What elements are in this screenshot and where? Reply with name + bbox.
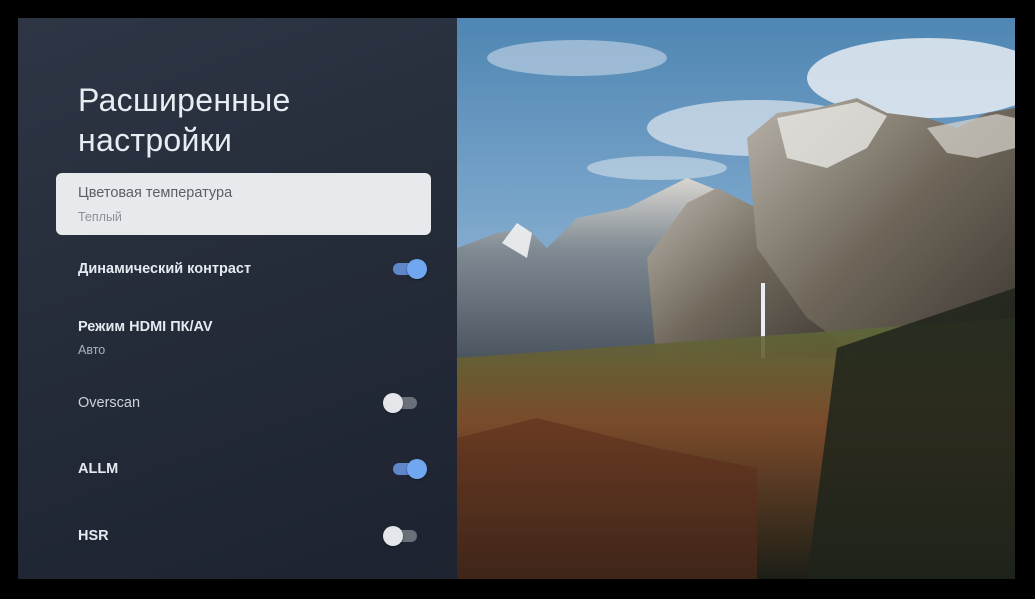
toggle-knob <box>383 526 403 546</box>
page-title: Расширенные настройки <box>78 82 291 158</box>
allm-toggle[interactable] <box>393 459 427 479</box>
menu-item-label: Цветовая температура <box>78 185 233 201</box>
toggle-knob <box>407 259 427 279</box>
menu-item-label: Overscan <box>78 395 141 411</box>
toggle-knob <box>383 393 403 413</box>
menu-item-hsr[interactable]: HSR <box>56 526 431 546</box>
menu-item-color-temperature[interactable]: Цветовая температура Теплый <box>56 173 431 235</box>
menu-item-dynamic-contrast[interactable]: Динамический контраст <box>56 259 431 279</box>
menu-item-label: Динамический контраст <box>78 261 252 277</box>
tv-screen: Расширенные настройки Цветовая температу… <box>18 18 1015 579</box>
settings-panel: Расширенные настройки Цветовая температу… <box>18 18 457 579</box>
dynamic-contrast-toggle[interactable] <box>393 259 427 279</box>
menu-item-value: Теплый <box>78 210 122 224</box>
background-landscape-image <box>457 18 1015 579</box>
menu-item-label: ALLM <box>78 461 119 477</box>
menu-item-overscan[interactable]: Overscan <box>56 393 431 413</box>
overscan-toggle[interactable] <box>383 393 417 413</box>
menu-item-allm[interactable]: ALLM <box>56 459 431 479</box>
menu-item-hdmi-mode[interactable]: Режим HDMI ПК/AV Авто <box>56 318 431 358</box>
menu-item-label: HSR <box>78 528 109 544</box>
toggle-knob <box>407 459 427 479</box>
menu-item-value: Авто <box>78 343 106 357</box>
hsr-toggle[interactable] <box>383 526 417 546</box>
menu-item-label: Режим HDMI ПК/AV <box>78 319 213 335</box>
